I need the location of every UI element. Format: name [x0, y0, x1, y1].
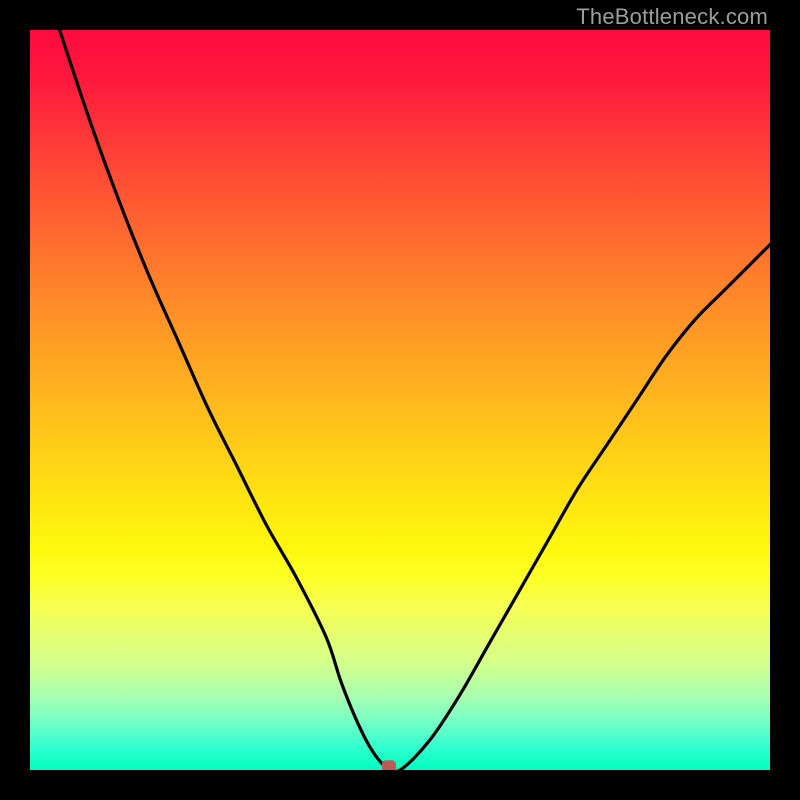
chart-svg [30, 30, 770, 770]
plot-area [30, 30, 770, 770]
curve-path [60, 30, 770, 770]
watermark: TheBottleneck.com [576, 4, 768, 30]
min-marker [382, 760, 396, 770]
chart-frame: TheBottleneck.com [0, 0, 800, 800]
